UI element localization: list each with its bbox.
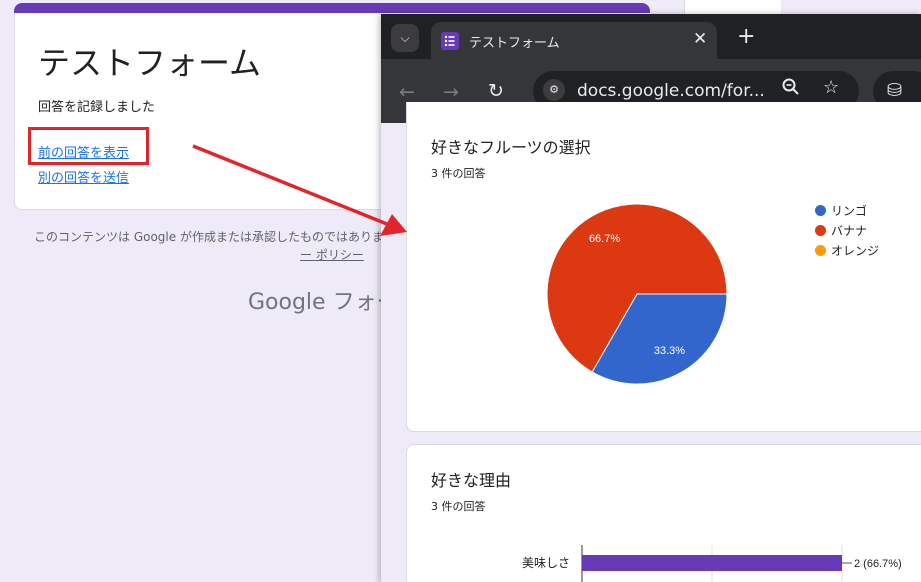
pie-chart: 33.3% 66.7% bbox=[546, 203, 728, 385]
bar-category-label: 美味しさ bbox=[522, 556, 570, 570]
bar[interactable] bbox=[582, 555, 842, 571]
legend: リンゴバナナオレンジ bbox=[815, 202, 879, 262]
zoom-icon[interactable] bbox=[781, 77, 801, 102]
close-icon[interactable]: ✕ bbox=[693, 29, 707, 49]
legend-swatch bbox=[815, 205, 826, 216]
policy-link[interactable]: ー ポリシー bbox=[300, 246, 364, 263]
question-title: 好きな理由 bbox=[431, 471, 512, 490]
back-arrow-icon[interactable]: ← bbox=[399, 81, 415, 103]
pie-question-card: 好きなフルーツの選択 3 件の回答 33.3% 66.7% リンゴバナナオレンジ bbox=[406, 102, 921, 432]
highlight-box bbox=[28, 127, 149, 165]
confirmation-message: 回答を記録しました bbox=[38, 100, 156, 115]
legend-label: オレンジ bbox=[831, 244, 880, 258]
legend-swatch bbox=[815, 225, 826, 236]
bar-chart: 美味しさ2 (66.7%)香り0 (0%) bbox=[522, 545, 902, 582]
legend-swatch bbox=[815, 245, 826, 256]
pie-data-label: 33.3% bbox=[654, 345, 685, 357]
pie-data-label: 66.7% bbox=[589, 233, 620, 245]
tune-icon[interactable]: ⚙ bbox=[543, 79, 565, 101]
plus-icon[interactable]: + bbox=[737, 26, 755, 48]
url-text[interactable]: docs.google.com/for... bbox=[577, 81, 765, 101]
background-strip bbox=[684, 0, 781, 14]
legend-label: バナナ bbox=[831, 224, 868, 238]
question-title: 好きなフルーツの選択 bbox=[431, 138, 591, 157]
form-title: テストフォーム bbox=[38, 44, 262, 82]
legend-list: リンゴバナナオレンジ bbox=[815, 202, 879, 259]
tab-strip: ⌵ テストフォーム ✕ + bbox=[381, 14, 921, 59]
browser-tab[interactable]: テストフォーム ✕ bbox=[431, 22, 717, 59]
legend-item: オレンジ bbox=[815, 242, 879, 259]
chevron-down-icon[interactable]: ⌵ bbox=[391, 24, 419, 52]
reload-icon[interactable]: ↻ bbox=[488, 80, 504, 102]
response-count: 3 件の回答 bbox=[431, 167, 486, 180]
response-count: 3 件の回答 bbox=[431, 500, 486, 513]
bar-data-label: 2 (66.7%) bbox=[854, 558, 902, 570]
legend-label: リンゴ bbox=[831, 204, 868, 218]
forms-icon bbox=[441, 32, 459, 50]
forward-arrow-icon[interactable]: → bbox=[443, 81, 459, 103]
disclaimer-text: このコンテンツは Google が作成または承認したものではありま bbox=[34, 230, 384, 244]
form-header-bar bbox=[14, 3, 650, 13]
google-forms-logo: Google フォー bbox=[248, 290, 399, 315]
browser-window: ⌵ テストフォーム ✕ + ← → ↻ ⚙ docs.google.com/fo… bbox=[381, 14, 921, 582]
tab-title: テストフォーム bbox=[469, 36, 560, 51]
legend-item: リンゴ bbox=[815, 202, 879, 219]
submit-another-response-link[interactable]: 別の回答を送信 bbox=[38, 167, 129, 186]
legend-item: バナナ bbox=[815, 222, 879, 239]
star-icon[interactable]: ☆ bbox=[823, 77, 839, 98]
bar-question-card: 好きな理由 3 件の回答 美味しさ2 (66.7%)香り0 (0%) bbox=[406, 444, 921, 582]
